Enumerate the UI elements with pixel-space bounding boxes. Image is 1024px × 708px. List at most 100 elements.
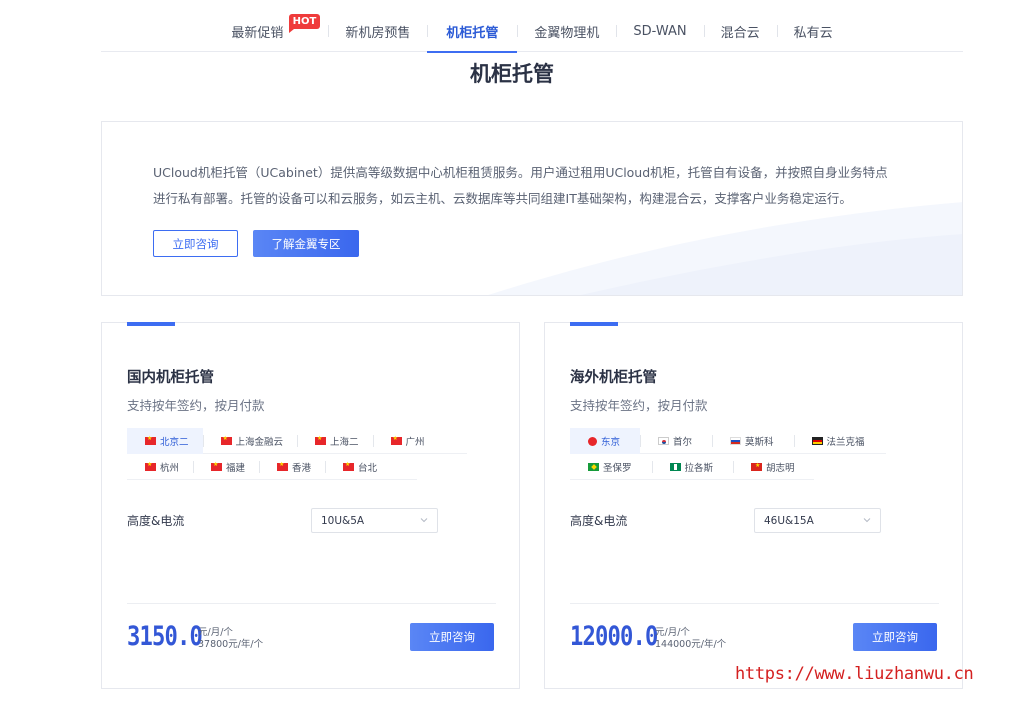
region-row: 东京 首尔 莫斯科 法兰克福 [570, 428, 886, 454]
consult-button[interactable]: 立即咨询 [853, 623, 937, 651]
china-flag-icon [277, 461, 289, 471]
card-subtitle: 支持按年签约，按月付款 [570, 398, 708, 413]
spec-select[interactable]: 46U&15A [754, 508, 881, 533]
spec-select-value: 10U&5A [321, 514, 365, 527]
unit-month: 元/月/个 [655, 627, 690, 638]
unit-month: 元/月/个 [198, 627, 233, 638]
nav-tab-label: 最新促销 [231, 25, 284, 41]
hot-badge: HOT [288, 14, 321, 33]
nav-tab-cabinet-hosting[interactable]: 机柜托管 [427, 10, 518, 53]
nav-tab-private-cloud[interactable]: 私有云 [776, 10, 850, 52]
spec-label: 高度&电流 [570, 514, 628, 528]
divider [127, 603, 496, 604]
region-tab-lagos[interactable]: 拉各斯 [651, 454, 734, 480]
china-flag-icon [315, 435, 327, 445]
card-subtitle: 支持按年签约，按月付款 [127, 398, 265, 413]
region-label: 胡志明 [766, 463, 795, 474]
spec-select-value: 46U&15A [764, 514, 814, 527]
learn-jinyi-button[interactable]: 了解金翼专区 [253, 230, 359, 257]
region-label: 上海二 [330, 437, 359, 448]
region-row: 圣保罗 拉各斯 胡志明 [570, 454, 814, 480]
chevron-down-icon [863, 518, 871, 523]
intro-line: 进行私有部署。托管的设备可以和云服务，如云主机、云数据库等共同组建IT基础架构，… [153, 191, 852, 206]
unit-year: 37800元/年/个 [198, 639, 264, 650]
watermark-url: https://www.liuzhanwu.cn [735, 664, 974, 684]
region-tab-beijing2[interactable]: 北京二 [127, 428, 203, 454]
region-label: 圣保罗 [603, 463, 632, 474]
region-label: 莫斯科 [745, 437, 774, 448]
region-row: 北京二 上海金融云 上海二 广州 [127, 428, 467, 454]
region-tab-guangzhou[interactable]: 广州 [372, 428, 439, 454]
korea-flag-icon [658, 437, 670, 445]
region-label: 法兰克福 [826, 437, 865, 448]
region-label: 东京 [601, 437, 621, 448]
china-flag-icon [220, 435, 232, 445]
russia-flag-icon [730, 437, 742, 445]
region-tab-ho-chi-minh[interactable]: 胡志明 [733, 454, 809, 480]
nav-tab-label: 金翼物理机 [534, 25, 600, 41]
card-title: 国内机柜托管 [127, 370, 214, 386]
price-value: 3150.0 [127, 621, 203, 652]
nav-tab-hybrid-cloud[interactable]: 混合云 [703, 10, 777, 52]
china-flag-icon [145, 435, 156, 445]
region-label: 北京二 [160, 437, 189, 448]
region-label: 上海金融云 [235, 437, 284, 448]
china-flag-icon [211, 461, 223, 471]
nav-tab-presale[interactable]: 新机房预售 [328, 10, 427, 52]
region-tab-hangzhou[interactable]: 杭州 [127, 454, 193, 480]
unit-year: 144000元/年/个 [655, 639, 727, 650]
nav-tab-label: 私有云 [793, 25, 833, 41]
region-label: 杭州 [160, 463, 180, 474]
china-flag-icon [145, 461, 156, 471]
intro-panel: UCloud机柜托管（UCabinet）提供高等级数据中心机柜租赁服务。用户通过… [101, 121, 963, 296]
japan-flag-icon [588, 436, 597, 446]
nav-tab-label: SD-WAN [633, 23, 687, 39]
card-accent-bar [127, 322, 175, 326]
region-tab-fujian[interactable]: 福建 [193, 454, 259, 480]
region-tab-tokyo[interactable]: 东京 [570, 428, 641, 454]
region-label: 香港 [292, 463, 312, 474]
spec-label: 高度&电流 [127, 514, 185, 528]
china-flag-icon [343, 461, 355, 471]
region-tab-moscow[interactable]: 莫斯科 [712, 428, 794, 454]
region-label: 拉各斯 [684, 463, 714, 474]
region-tab-taipei[interactable]: 台北 [325, 454, 391, 480]
intro-description: UCloud机柜托管（UCabinet）提供高等级数据中心机柜租赁服务。用户通过… [153, 160, 923, 212]
region-row: 杭州 福建 香港 台北 [127, 454, 417, 480]
region-label: 广州 [405, 437, 425, 448]
intro-line: UCloud机柜托管（UCabinet）提供高等级数据中心机柜租赁服务。用户通过… [153, 165, 888, 180]
region-tabs: 东京 首尔 莫斯科 法兰克福 圣保罗 拉各斯 胡志明 [570, 428, 886, 480]
region-tab-seoul[interactable]: 首尔 [640, 428, 712, 454]
region-label: 福建 [226, 463, 246, 474]
page-title: 机柜托管 [470, 62, 554, 86]
germany-flag-icon [811, 437, 823, 445]
spec-select[interactable]: 10U&5A [311, 508, 438, 533]
region-tab-hongkong[interactable]: 香港 [259, 454, 325, 480]
nav-tab-label: 新机房预售 [345, 25, 411, 41]
price-value: 12000.0 [570, 621, 658, 652]
region-label: 首尔 [673, 437, 693, 448]
nav-tab-bare-metal[interactable]: 金翼物理机 [517, 10, 616, 52]
nav-tab-promotions[interactable]: 最新促销 HOT [214, 10, 328, 52]
intro-consult-button[interactable]: 立即咨询 [153, 230, 238, 257]
nav-tab-label: 混合云 [720, 25, 760, 41]
divider [570, 603, 939, 604]
region-tab-shanghai-finance[interactable]: 上海金融云 [202, 428, 298, 454]
chevron-down-icon [420, 518, 428, 523]
region-tab-frankfurt[interactable]: 法兰克福 [793, 428, 879, 454]
price-unit: 元/月/个 37800元/年/个 [198, 627, 263, 651]
card-accent-bar [570, 322, 618, 326]
region-tabs: 北京二 上海金融云 上海二 广州 杭州 福建 香港 台北 [127, 428, 467, 480]
china-flag-icon [390, 435, 402, 445]
region-tab-sao-paulo[interactable]: 圣保罗 [570, 454, 652, 480]
nav-tab-label: 机柜托管 [446, 25, 499, 41]
brazil-flag-icon [588, 463, 599, 471]
vietnam-flag-icon [751, 462, 763, 471]
nav-tab-sd-wan[interactable]: SD-WAN [616, 10, 703, 52]
region-tab-shanghai2[interactable]: 上海二 [297, 428, 373, 454]
card-title: 海外机柜托管 [570, 370, 657, 386]
consult-button[interactable]: 立即咨询 [410, 623, 494, 651]
region-label: 台北 [358, 463, 378, 474]
top-nav: 最新促销 HOT 新机房预售 机柜托管 金翼物理机 SD-WAN 混合云 私有云 [101, 10, 963, 53]
price-unit: 元/月/个 144000元/年/个 [655, 627, 726, 651]
